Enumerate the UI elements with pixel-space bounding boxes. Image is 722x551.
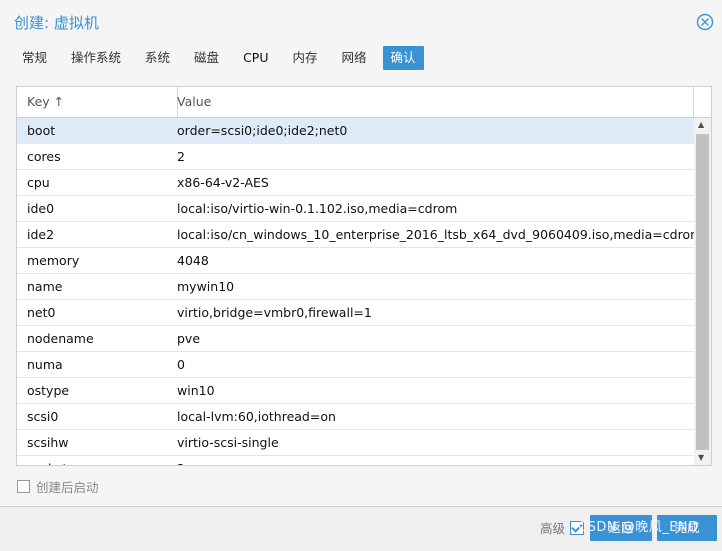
tab-cpu[interactable]: CPU xyxy=(235,46,276,70)
tab-os[interactable]: 操作系统 xyxy=(63,46,129,70)
tab-confirm[interactable]: 确认 xyxy=(382,46,424,70)
grid-body: boot order=scsi0;ide0;ide2;net0 cores 2 cpu x… xyxy=(17,118,702,465)
row-value: 2 xyxy=(177,456,185,465)
tab-disks[interactable]: 磁盘 xyxy=(186,46,227,70)
autostart-label: 创建后启动 xyxy=(36,480,99,495)
table-row[interactable]: name mywin10 xyxy=(17,274,694,300)
row-key: memory xyxy=(27,253,80,268)
table-row[interactable]: sockets 2 xyxy=(17,456,694,465)
scrollbar-thumb[interactable] xyxy=(696,134,709,450)
row-key: name xyxy=(27,279,63,294)
row-key: boot xyxy=(27,123,56,138)
row-value: 4048 xyxy=(177,253,209,268)
table-row[interactable]: scsi0 local-lvm:60,iothread=on xyxy=(17,404,694,430)
tab-memory[interactable]: 内存 xyxy=(284,46,325,70)
scroll-down-icon[interactable]: ▼ xyxy=(698,453,704,462)
table-row[interactable]: ostype win10 xyxy=(17,378,694,404)
table-row[interactable]: boot order=scsi0;ide0;ide2;net0 xyxy=(17,118,694,144)
dialog-title: 创建: 虚拟机 xyxy=(14,14,99,32)
advanced-label: 高级 xyxy=(540,521,566,536)
grid-header: Key ↑ Value xyxy=(17,87,711,118)
table-row[interactable]: ide2 local:iso/cn_windows_10_enterprise_2… xyxy=(17,222,702,248)
wizard-tabs: 常规 操作系统 系统 磁盘 CPU 内存 网络 确认 xyxy=(14,46,432,70)
row-value: pve xyxy=(177,331,201,346)
row-value: mywin10 xyxy=(177,279,235,294)
table-row[interactable]: ide0 local:iso/virtio-win-0.1.102.iso,med… xyxy=(17,196,694,222)
checkbox-icon[interactable] xyxy=(17,480,30,493)
scroll-up-icon[interactable]: ▲ xyxy=(698,120,704,129)
row-value: local:iso/cn_windows_10_enterprise_2016_… xyxy=(177,227,703,242)
row-key: ide2 xyxy=(27,227,55,242)
row-value: 0 xyxy=(177,357,185,372)
row-key: scsi0 xyxy=(27,409,59,424)
vertical-scrollbar[interactable]: ▲ ▼ xyxy=(694,118,711,465)
row-value: local-lvm:60,iothread=on xyxy=(177,409,336,424)
row-key: nodename xyxy=(27,331,94,346)
autostart-checkbox[interactable]: 创建后启动 xyxy=(17,477,99,496)
config-grid: Key ↑ Value boot order=scsi0;ide0;ide2;ne… xyxy=(16,86,712,466)
row-key: scsihw xyxy=(27,435,69,450)
row-value: 2 xyxy=(177,149,185,164)
row-key: net0 xyxy=(27,305,56,320)
table-row[interactable]: net0 virtio,bridge=vmbr0,firewall=1 xyxy=(17,300,694,326)
row-key: ide0 xyxy=(27,201,55,216)
column-header-key[interactable]: Key ↑ xyxy=(17,87,178,117)
row-key: ostype xyxy=(27,383,70,398)
row-value: local:iso/virtio-win-0.1.102.iso,media=c… xyxy=(177,201,458,216)
close-icon[interactable] xyxy=(696,13,714,31)
table-row[interactable]: numa 0 xyxy=(17,352,694,378)
tab-system[interactable]: 系统 xyxy=(137,46,178,70)
column-header-value[interactable]: Value xyxy=(177,87,694,117)
tab-general[interactable]: 常规 xyxy=(14,46,55,70)
row-key: numa xyxy=(27,357,63,372)
row-value: virtio,bridge=vmbr0,firewall=1 xyxy=(177,305,372,320)
row-key: cores xyxy=(27,149,61,164)
title-bar: 创建: 虚拟机 xyxy=(0,0,722,42)
row-value: virtio-scsi-single xyxy=(177,435,279,450)
table-row[interactable]: nodename pve xyxy=(17,326,694,352)
table-row[interactable]: memory 4048 xyxy=(17,248,694,274)
table-row[interactable]: cores 2 xyxy=(17,144,694,170)
row-value: x86-64-v2-AES xyxy=(177,175,269,190)
row-value: order=scsi0;ide0;ide2;net0 xyxy=(177,123,348,138)
table-row[interactable]: scsihw virtio-scsi-single xyxy=(17,430,694,456)
row-key: cpu xyxy=(27,175,50,190)
tab-network[interactable]: 网络 xyxy=(334,46,375,70)
create-vm-dialog: 创建: 虚拟机 常规 操作系统 系统 磁盘 CPU 内存 网络 确认 Key ↑… xyxy=(0,0,722,551)
watermark: CSDN @晚风_END xyxy=(578,520,699,535)
row-value: win10 xyxy=(177,383,215,398)
row-key: sockets xyxy=(27,456,74,465)
table-row[interactable]: cpu x86-64-v2-AES xyxy=(17,170,694,196)
